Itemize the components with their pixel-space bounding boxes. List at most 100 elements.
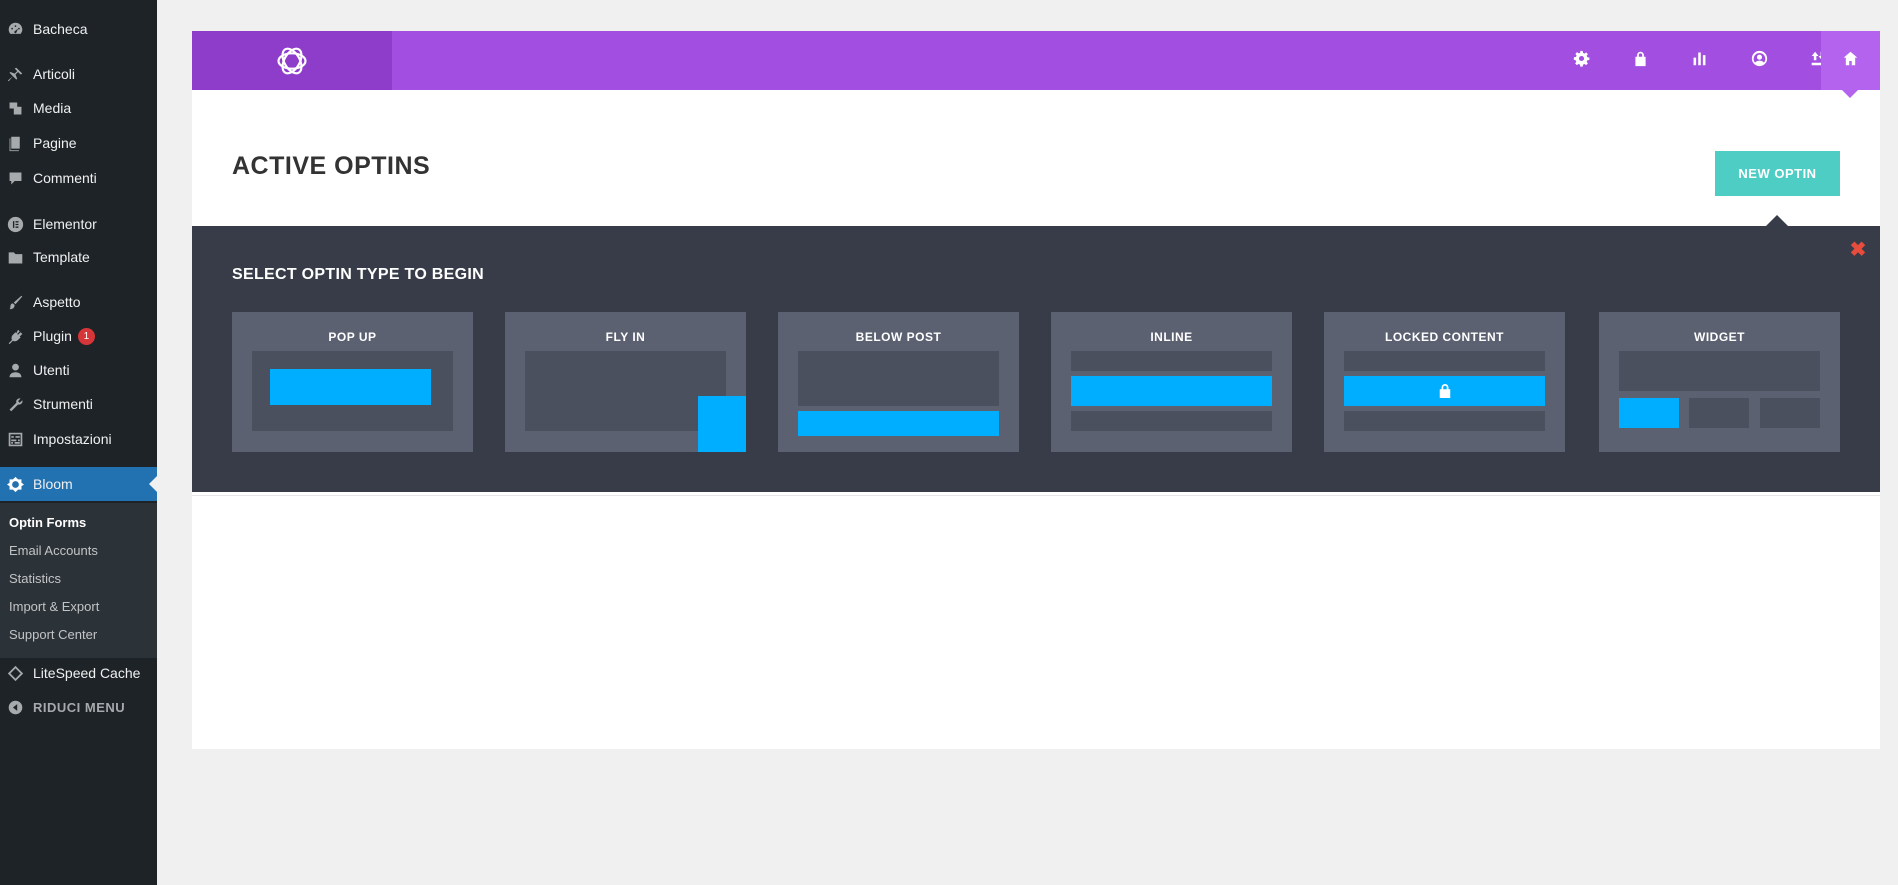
menu-item-elementor[interactable]: Elementor: [0, 207, 157, 241]
optin-type-fly-in[interactable]: FLY IN: [505, 312, 746, 452]
bloom-dashboard-panel: ACTIVE OPTINS NEW OPTIN SELECT OPTIN TYP…: [192, 31, 1880, 749]
post-content-graphic: [798, 351, 999, 406]
menu-item-template[interactable]: Template: [0, 240, 157, 274]
optin-type-label: LOCKED CONTENT: [1385, 330, 1504, 344]
optin-type-label: INLINE: [1150, 330, 1193, 344]
menu-item-pagine[interactable]: Pagine: [0, 126, 157, 160]
menu-item-impostazioni[interactable]: Impostazioni: [0, 422, 157, 456]
optin-type-pop-up[interactable]: POP UP: [232, 312, 473, 452]
folder-icon: [6, 248, 24, 266]
inline-content-top-graphic: [1071, 351, 1272, 371]
inline-form-graphic: [1071, 376, 1272, 406]
locked-content-top-graphic: [1344, 351, 1545, 371]
update-count-badge: 1: [77, 327, 95, 345]
pages-icon: [6, 134, 24, 152]
menu-item-label: Aspetto: [33, 294, 81, 310]
menu-item-label: Template: [33, 249, 90, 265]
flyin-page-graphic: [525, 351, 726, 431]
select-optin-title: SELECT OPTIN TYPE TO BEGIN: [232, 266, 484, 283]
optin-type-label: BELOW POST: [855, 330, 942, 344]
elementor-icon: [6, 215, 24, 233]
menu-item-label: Elementor: [33, 216, 97, 232]
comment-icon: [6, 169, 24, 187]
dashboard-icon: [6, 20, 24, 38]
widget-content-graphic: [1619, 351, 1820, 391]
bloom-topbar: [192, 31, 1880, 98]
menu-item-label: Articoli: [33, 66, 76, 82]
submenu-email-accounts[interactable]: Email Accounts: [9, 543, 98, 558]
bloom-submenu: Optin Forms Email Accounts Statistics Im…: [0, 503, 157, 658]
settings-icon: [6, 430, 24, 448]
submenu-optin-forms[interactable]: Optin Forms: [9, 515, 86, 530]
statistics-tab[interactable]: [1670, 31, 1729, 90]
pin-icon: [6, 65, 24, 83]
menu-item-label: LiteSpeed Cache: [33, 665, 141, 681]
submenu-statistics[interactable]: Statistics: [9, 571, 61, 586]
menu-item-label: Media: [33, 100, 72, 116]
menu-item-label: RIDUCI MENU: [33, 699, 126, 715]
optin-type-below-post[interactable]: BELOW POST: [778, 312, 1019, 452]
menu-item-label: Strumenti: [33, 396, 93, 412]
new-optin-button[interactable]: NEW OPTIN: [1715, 151, 1840, 196]
menu-item-litespeed-cache[interactable]: LiteSpeed Cache: [0, 656, 157, 690]
menu-item-commenti[interactable]: Commenti: [0, 161, 157, 195]
locked-content-bottom-graphic: [1344, 411, 1545, 431]
optin-type-selector: SELECT OPTIN TYPE TO BEGIN ✖ POP UP FLY …: [192, 215, 1880, 492]
media-icon: [6, 99, 24, 117]
menu-item-label: Impostazioni: [33, 431, 112, 447]
user-icon: [6, 361, 24, 379]
optin-type-inline[interactable]: INLINE: [1051, 312, 1292, 452]
litespeed-icon: [6, 664, 24, 682]
email-accounts-tab[interactable]: [1611, 31, 1670, 90]
menu-item-bacheca[interactable]: Bacheca: [0, 12, 157, 46]
lock-icon: [1344, 376, 1545, 406]
brush-icon: [6, 293, 24, 311]
admin-sidebar: Bacheca Articoli Media Pagine Commenti E…: [0, 0, 157, 885]
wrench-icon: [6, 395, 24, 413]
menu-item-utenti[interactable]: Utenti: [0, 353, 157, 387]
account-icon: [1751, 50, 1768, 72]
close-icon[interactable]: ✖: [1849, 240, 1867, 260]
optin-type-widget[interactable]: WIDGET: [1599, 312, 1840, 452]
home-icon: [1842, 50, 1859, 72]
settings-tab[interactable]: [1552, 31, 1611, 90]
widget-slot-graphic: [1689, 398, 1749, 428]
submenu-import-export[interactable]: Import & Export: [9, 599, 99, 614]
menu-item-bloom[interactable]: Bloom: [0, 467, 157, 501]
menu-item-plugin[interactable]: Plugin 1: [0, 319, 157, 353]
page-title: ACTIVE OPTINS: [232, 152, 431, 180]
section-divider: [192, 495, 1880, 496]
menu-item-media[interactable]: Media: [0, 91, 157, 125]
collapse-icon: [6, 698, 24, 716]
menu-item-label: Plugin: [33, 328, 72, 344]
menu-item-label: Commenti: [33, 170, 97, 186]
lock-icon: [1632, 50, 1649, 72]
support-tab[interactable]: [1730, 31, 1789, 90]
menu-item-label: Utenti: [33, 362, 70, 378]
menu-item-articoli[interactable]: Articoli: [0, 57, 157, 91]
widget-form-graphic: [1619, 398, 1679, 428]
below-post-form-graphic: [798, 411, 999, 436]
plugin-icon: [6, 327, 24, 345]
bloom-icon: [6, 475, 24, 493]
inline-content-bottom-graphic: [1071, 411, 1272, 431]
flyin-box-graphic: [698, 396, 746, 452]
menu-item-aspetto[interactable]: Aspetto: [0, 285, 157, 319]
widget-slot-graphic: [1760, 398, 1820, 428]
menu-item-label: Pagine: [33, 135, 77, 151]
optin-type-locked-content[interactable]: LOCKED CONTENT: [1324, 312, 1565, 452]
gear-icon: [1573, 50, 1590, 72]
optin-type-label: POP UP: [328, 330, 377, 344]
collapse-menu-button[interactable]: RIDUCI MENU: [0, 690, 157, 724]
menu-item-label: Bloom: [33, 476, 73, 492]
optin-type-label: FLY IN: [605, 330, 646, 344]
optin-type-label: WIDGET: [1694, 330, 1745, 344]
popup-form-graphic: [270, 369, 431, 405]
bloom-logo: [192, 31, 392, 90]
bloom-logo-icon: [277, 47, 307, 74]
menu-item-strumenti[interactable]: Strumenti: [0, 387, 157, 421]
stats-icon: [1691, 50, 1708, 72]
menu-item-label: Bacheca: [33, 21, 88, 37]
submenu-support-center[interactable]: Support Center: [9, 627, 97, 642]
home-tab[interactable]: [1821, 31, 1880, 98]
